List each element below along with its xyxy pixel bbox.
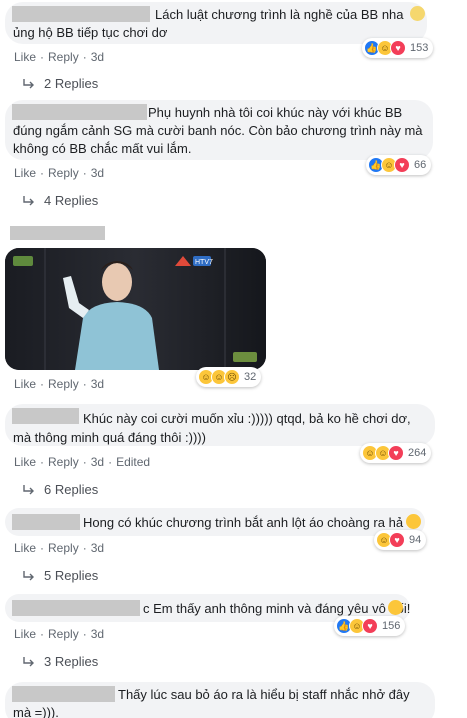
reaction-count: 153 (410, 42, 429, 54)
view-replies-link[interactable]: 5 Replies (22, 568, 98, 583)
reaction-summary[interactable]: 👍 ☺ ♥ 153 (362, 38, 434, 58)
timestamp[interactable]: 3d (91, 377, 104, 391)
reaction-summary[interactable]: 👍 ☺ ♥ 156 (334, 616, 406, 636)
replies-count: 5 Replies (44, 568, 99, 583)
reply-link[interactable]: Reply (48, 50, 79, 64)
redacted-author-name[interactable] (12, 514, 80, 530)
reaction-summary[interactable]: ☺ ☺ ♥ 264 (360, 443, 432, 463)
reply-link[interactable]: Reply (48, 166, 79, 180)
reply-arrow-icon (22, 484, 36, 496)
replies-count: 3 Replies (44, 654, 99, 669)
timestamp[interactable]: 3d (91, 541, 104, 555)
comment-actions: Like · Reply · 3d (14, 377, 105, 391)
comment-text: đúng ngắm cảnh SG mà cười banh nóc. Còn … (13, 123, 423, 138)
reply-arrow-icon (22, 570, 36, 582)
grinning-emoji-icon (388, 600, 403, 615)
reply-link[interactable]: Reply (48, 627, 79, 641)
replies-count: 6 Replies (44, 482, 99, 497)
tv-still-image: HTV7 (5, 248, 266, 370)
reply-arrow-icon (22, 78, 36, 90)
love-reaction-icon: ♥ (390, 40, 406, 56)
timestamp[interactable]: 3d (91, 627, 104, 641)
comment-text: c Em thấy anh thông minh và đáng yêu vô … (143, 601, 411, 616)
comment-text: Thấy lúc sau bỏ áo ra là hiểu bị staff n… (118, 687, 410, 702)
reaction-count: 94 (409, 534, 422, 546)
comment-text: không có BB chắc mất vui lắm. (13, 141, 192, 156)
laughing-emoji-icon (406, 514, 421, 529)
sad-reaction-icon: ☹ (224, 369, 240, 385)
comment-bubble: Thấy lúc sau bỏ áo ra là hiểu bị staff n… (5, 682, 435, 718)
like-link[interactable]: Like (14, 50, 36, 64)
view-replies-link[interactable]: 4 Replies (22, 193, 98, 208)
view-replies-link[interactable]: 2 Replies (22, 76, 98, 91)
comment-actions: Like · Reply · 3d · Edited (14, 455, 151, 469)
comment-text: Hong có khúc chương trình bắt anh lột áo… (83, 515, 404, 530)
comment-bubble: Khúc này coi cười muốn xỉu :))))) qtqd, … (5, 404, 435, 446)
redacted-author-name[interactable] (12, 686, 115, 702)
redacted-author-name[interactable] (12, 6, 150, 22)
view-replies-link[interactable]: 3 Replies (22, 654, 98, 669)
comment-text: mà =))). (13, 705, 59, 718)
reply-arrow-icon (22, 195, 36, 207)
comment-bubble: Phụ huynh nhà tôi coi khúc này với khúc … (5, 100, 433, 160)
like-link[interactable]: Like (14, 627, 36, 641)
redacted-author-name[interactable] (12, 600, 140, 616)
like-link[interactable]: Like (14, 377, 36, 391)
reply-link[interactable]: Reply (48, 377, 79, 391)
replies-count: 4 Replies (44, 193, 99, 208)
timestamp[interactable]: 3d (91, 166, 104, 180)
comment-actions: Like · Reply · 3d (14, 541, 105, 555)
like-link[interactable]: Like (14, 455, 36, 469)
comment-bubble: Lách luật chương trình là nghề của BB nh… (5, 2, 427, 44)
reaction-count: 156 (382, 620, 401, 632)
edited-label[interactable]: Edited (116, 455, 150, 469)
like-link[interactable]: Like (14, 166, 36, 180)
like-link[interactable]: Like (14, 541, 36, 555)
reply-link[interactable]: Reply (48, 455, 79, 469)
reaction-count: 264 (408, 447, 427, 459)
view-replies-link[interactable]: 6 Replies (22, 482, 98, 497)
reply-link[interactable]: Reply (48, 541, 79, 555)
redacted-author-name[interactable] (10, 226, 105, 240)
love-reaction-icon: ♥ (362, 618, 378, 634)
reaction-summary[interactable]: ☺ ☺ ☹ 32 (196, 367, 262, 387)
replies-count: 2 Replies (44, 76, 99, 91)
comment-bubble: Hong có khúc chương trình bắt anh lột áo… (5, 508, 425, 536)
timestamp[interactable]: 3d (91, 50, 104, 64)
love-reaction-icon: ♥ (388, 445, 404, 461)
comment-photo[interactable]: HTV7 (5, 248, 266, 370)
love-reaction-icon: ♥ (389, 532, 405, 548)
comment-actions: Like · Reply · 3d (14, 627, 105, 641)
comment-text: mà thông minh quá đáng thôi :)))) (13, 430, 206, 445)
comment-text: ủng hộ BB tiếp tục chơi dơ (13, 25, 168, 40)
reaction-count: 66 (414, 159, 427, 171)
timestamp[interactable]: 3d (91, 455, 104, 469)
reaction-summary[interactable]: 👍 ☺ ♥ 66 (366, 155, 432, 175)
comment-text: Khúc này coi cười muốn xỉu :))))) qtqd, … (83, 411, 411, 426)
redacted-author-name[interactable] (12, 104, 147, 120)
comment-text: Phụ huynh nhà tôi coi khúc này với khúc … (148, 105, 403, 120)
channel-logo: HTV7 (195, 259, 213, 266)
reaction-summary[interactable]: ☺ ♥ 94 (374, 530, 427, 550)
moon-emoji-icon (410, 6, 425, 21)
comment-text: Lách luật chương trình là nghề của BB nh… (155, 7, 404, 22)
reply-arrow-icon (22, 656, 36, 668)
redacted-author-name[interactable] (12, 408, 79, 424)
reaction-count: 32 (244, 371, 257, 383)
love-reaction-icon: ♥ (394, 157, 410, 173)
comment-actions: Like · Reply · 3d (14, 50, 105, 64)
comment-actions: Like · Reply · 3d (14, 166, 105, 180)
